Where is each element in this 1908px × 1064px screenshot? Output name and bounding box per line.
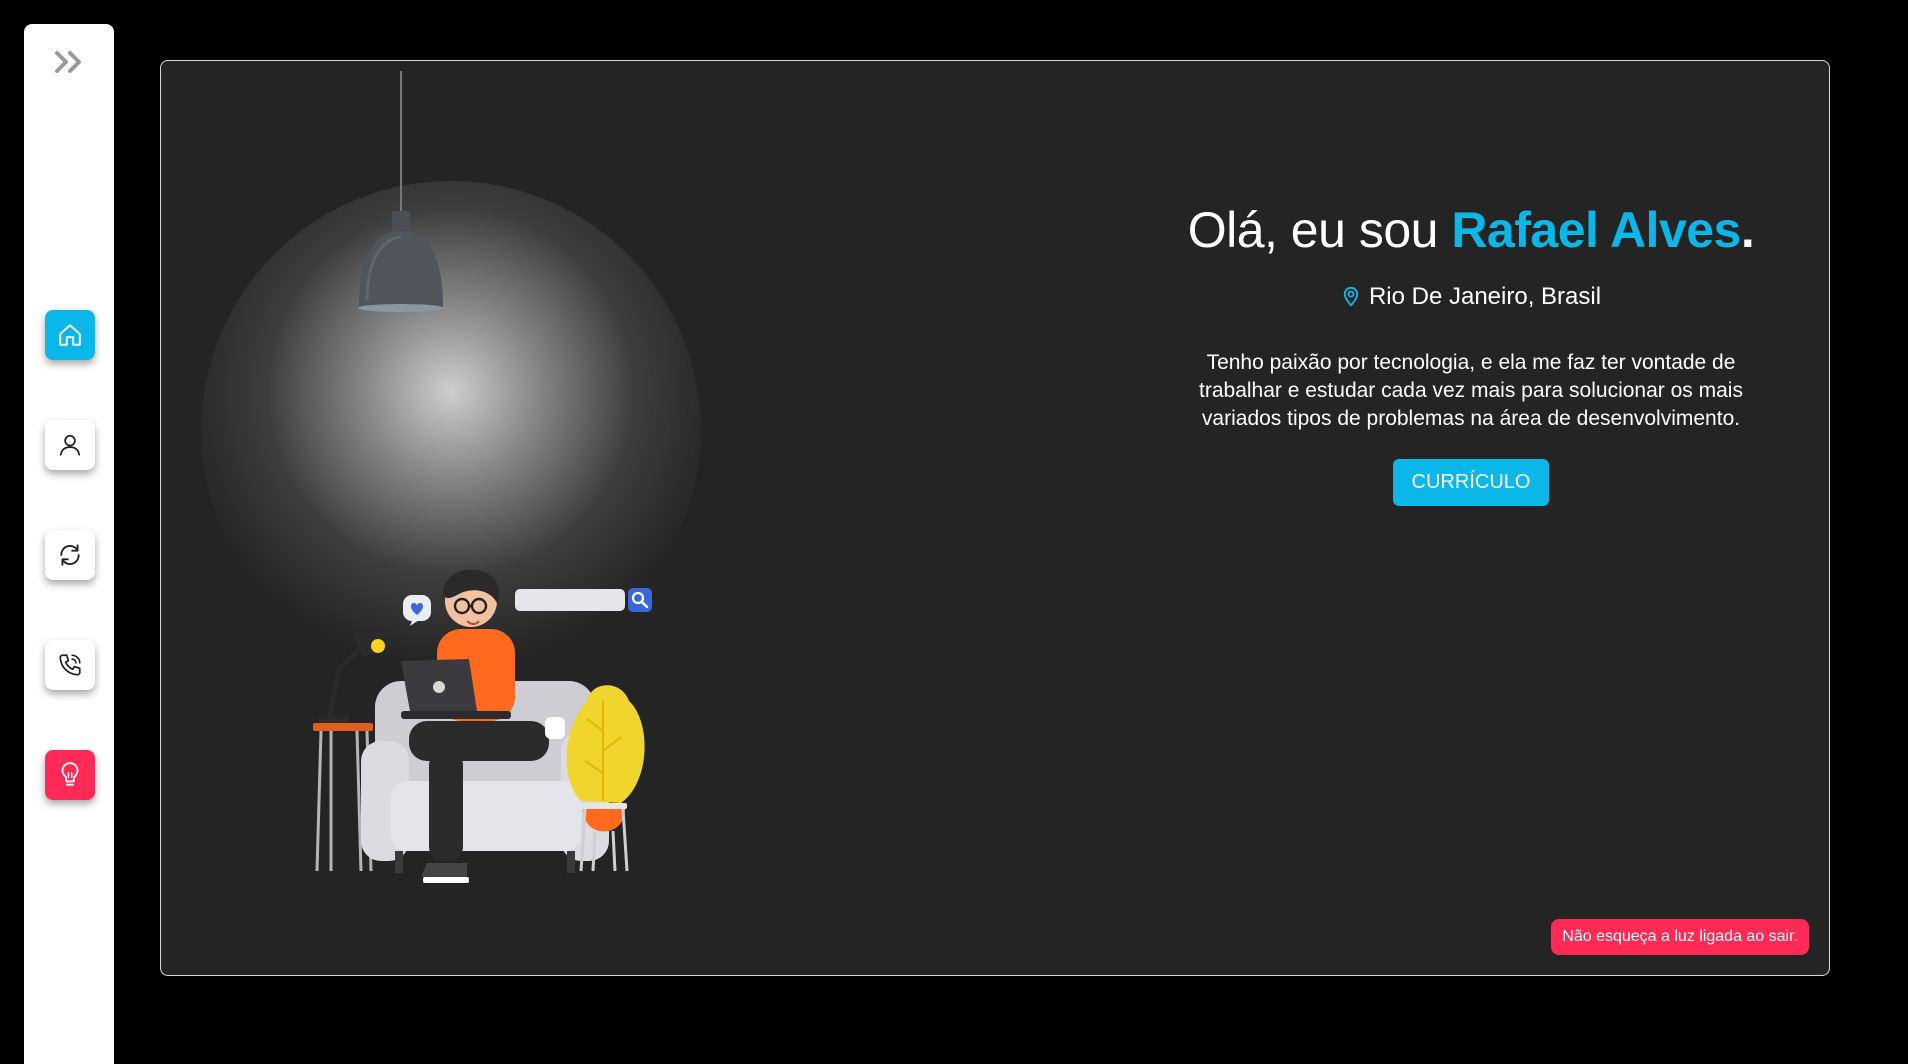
double-chevron-right-icon — [55, 51, 81, 73]
user-icon — [59, 434, 81, 456]
location: Rio De Janeiro, Brasil — [1176, 283, 1766, 311]
sidebar-expand-button[interactable] — [46, 42, 92, 82]
sidebar — [24, 24, 114, 1064]
light-reminder-toast: Não esqueça a luz ligada ao sair. — [1551, 919, 1809, 955]
bio-text: Tenho paixão por tecnologia, e ela me fa… — [1199, 351, 1743, 430]
sidebar-item-refresh[interactable] — [45, 530, 95, 580]
main-stage: Olá, eu sou Rafael Alves. Rio De Janeiro… — [160, 60, 1830, 976]
map-pin-icon — [1343, 286, 1359, 307]
lightbulb-icon — [61, 762, 79, 786]
hero-name-dot: . — [1740, 202, 1755, 258]
hero-section: Olá, eu sou Rafael Alves. Rio De Janeiro… — [1176, 201, 1766, 506]
sidebar-item-light[interactable] — [45, 750, 95, 800]
developer-illustration — [313, 569, 652, 883]
hero-greeting: Olá, eu sou Rafael Alves. — [1176, 201, 1766, 259]
sidebar-item-about[interactable] — [45, 420, 95, 470]
refresh-icon — [60, 544, 80, 566]
home-icon — [59, 324, 81, 346]
greeting-prefix: Olá, eu sou — [1187, 202, 1452, 258]
phone-icon — [59, 654, 81, 676]
sidebar-item-home[interactable] — [45, 310, 95, 360]
pendant-lamp-icon — [358, 71, 444, 312]
sidebar-item-contact[interactable] — [45, 640, 95, 690]
curriculum-button[interactable]: CURRÍCULO — [1392, 459, 1550, 506]
location-text: Rio De Janeiro, Brasil — [1368, 283, 1602, 310]
hero-name: Rafael Alves — [1451, 202, 1741, 258]
